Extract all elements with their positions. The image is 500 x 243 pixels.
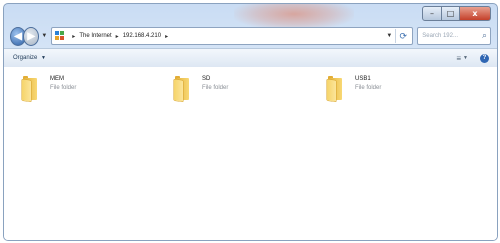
- folder-contents: MEM File folder SD File folder USB1 File…: [4, 67, 497, 240]
- navigation-bar: ◀ ▶ ▼ ▸ The Internet ▸ 192.168.4.210 ▸ ▼…: [10, 26, 491, 46]
- folder-type: File folder: [202, 85, 229, 91]
- back-arrow-icon: ◀: [14, 30, 22, 42]
- folder-name: USB1: [355, 76, 371, 82]
- network-location-icon: [55, 31, 65, 41]
- folder-item-mem[interactable]: MEM File folder: [22, 75, 76, 103]
- change-view-icon[interactable]: ≡: [456, 54, 461, 63]
- folder-name: MEM: [50, 76, 64, 82]
- folder-icon: [22, 75, 42, 102]
- maximize-button[interactable]: □: [442, 6, 460, 21]
- help-icon[interactable]: ?: [480, 53, 489, 63]
- caption-buttons: – □ x: [422, 6, 491, 21]
- command-bar-right: ≡ ▼ ?: [456, 49, 489, 67]
- search-box[interactable]: Search 192... ⌕: [417, 27, 491, 45]
- folder-item-sd[interactable]: SD File folder: [174, 75, 228, 103]
- organize-button[interactable]: Organize ▼: [13, 55, 46, 61]
- folder-name: SD: [202, 76, 211, 82]
- folder-type: File folder: [355, 85, 382, 91]
- breadcrumb-separator[interactable]: ▸: [72, 33, 75, 40]
- folder-icon: [174, 75, 194, 102]
- folder-item-usb1[interactable]: USB1 File folder: [327, 75, 381, 103]
- search-icon[interactable]: ⌕: [482, 30, 487, 41]
- forward-arrow-icon: ▶: [27, 30, 36, 42]
- address-history-dropdown[interactable]: ▼: [386, 33, 392, 39]
- organize-label: Organize: [13, 55, 38, 61]
- folder-labels: USB1 File folder: [355, 75, 381, 93]
- folder-labels: MEM File folder: [50, 75, 76, 93]
- folder-labels: SD File folder: [202, 75, 228, 93]
- recent-pages-dropdown[interactable]: ▼: [41, 33, 47, 39]
- breadcrumb-separator[interactable]: ▸: [165, 33, 168, 40]
- search-placeholder: Search 192...: [422, 33, 458, 39]
- folder-type: File folder: [50, 85, 77, 91]
- breadcrumb-the-internet[interactable]: The Internet: [79, 33, 111, 39]
- forward-button[interactable]: ▶: [23, 26, 40, 46]
- explorer-window: – □ x ◀ ▶ ▼ ▸ The Internet ▸ 192.168.4.2…: [3, 3, 498, 241]
- breadcrumb-ip-address[interactable]: 192.168.4.210: [123, 33, 161, 39]
- folder-icon: [327, 75, 347, 102]
- minimize-button[interactable]: –: [422, 6, 442, 21]
- refresh-icon[interactable]: ⟳: [395, 29, 410, 43]
- address-bar[interactable]: ▸ The Internet ▸ 192.168.4.210 ▸ ▼ ⟳: [51, 27, 414, 45]
- chevron-down-icon: ▼: [41, 55, 46, 61]
- view-options-dropdown[interactable]: ▼: [463, 55, 468, 61]
- breadcrumb-separator[interactable]: ▸: [116, 33, 119, 40]
- command-bar: Organize ▼ ≡ ▼ ?: [4, 48, 497, 68]
- address-controls: ▼ ⟳: [386, 28, 410, 44]
- close-button[interactable]: x: [460, 6, 491, 21]
